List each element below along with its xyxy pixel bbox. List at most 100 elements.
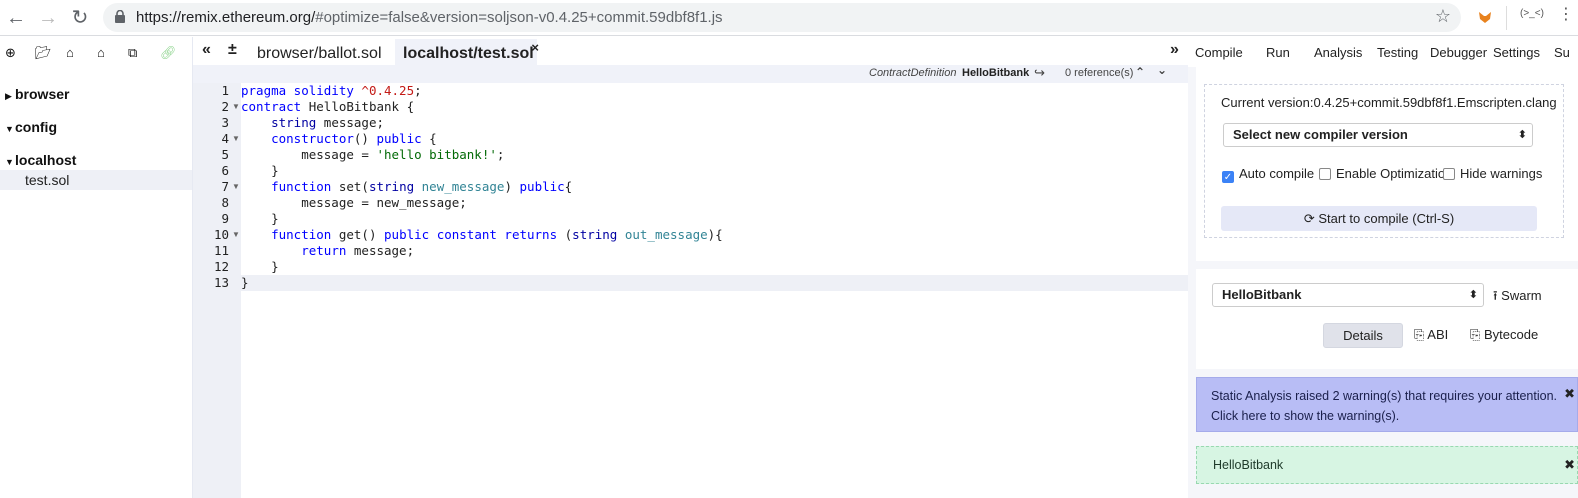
github-icon[interactable]: ⌂ <box>66 45 74 60</box>
code-line: constructor() public { <box>271 131 437 146</box>
code-editor[interactable]: pragma solidity ^0.4.25; contract HelloB… <box>241 83 1188 498</box>
chevron-down-icon[interactable]: ⌄ <box>1157 63 1167 77</box>
static-analysis-warning[interactable]: Static Analysis raised 2 warning(s) that… <box>1196 377 1578 432</box>
lock-icon <box>115 10 125 23</box>
checkbox-checked-icon: ✓ <box>1222 171 1234 183</box>
file-explorer: ⊕ 📂︎ ⌂ ⌂ ⧉ 🔗︎ ▶ browser ▼config ▼localhos… <box>0 37 193 498</box>
extension-icon[interactable]: (>_<) <box>1520 8 1544 19</box>
collapse-right-icon[interactable]: » <box>1170 41 1179 59</box>
compile-button[interactable]: ⟳ Start to compile (Ctrl-S) <box>1221 206 1537 231</box>
compile-success-alert: HelloBitbank ✖ <box>1196 446 1578 484</box>
close-icon[interactable]: ✖ <box>1564 447 1575 483</box>
tree-file-test-sol[interactable]: test.sol <box>0 170 192 190</box>
caret-down-icon: ▼ <box>5 157 14 167</box>
line-gutter: 1 2 ▼ 3 4 ▼ 5 6 7 ▼ 8 9 10 ▼ 11 12 13 <box>193 83 241 498</box>
close-tab-icon[interactable]: × <box>531 33 539 63</box>
line-number: 12 <box>213 259 229 274</box>
chevron-up-icon[interactable]: ⌃ <box>1135 65 1145 79</box>
url-text: https://remix.ethereum.org/#optimize=fal… <box>136 9 723 26</box>
code-line: pragma solidity ^0.4.25; <box>241 83 422 98</box>
bookmark-star-icon[interactable]: ☆ <box>1435 6 1451 27</box>
line-number: 4 <box>221 131 229 146</box>
contract-select[interactable]: HelloBitbank ⬍ <box>1212 283 1484 307</box>
reload-icon[interactable]: ↻ <box>68 6 92 30</box>
copy-icon[interactable]: ⧉ <box>128 45 137 61</box>
line-number: 3 <box>221 115 229 130</box>
back-icon[interactable]: ← <box>4 6 28 30</box>
tab-localhost-test[interactable]: localhost/test.sol × <box>395 39 539 65</box>
line-number: 2 <box>221 99 229 114</box>
line-number: 11 <box>213 243 229 258</box>
select-arrows-icon: ⬍ <box>1468 289 1478 301</box>
code-line: contract HelloBitbank { <box>241 99 415 114</box>
enable-optimization-checkbox[interactable]: Enable Optimization <box>1319 166 1452 181</box>
definition-name[interactable]: HelloBitbank <box>962 67 1029 79</box>
tab-browser-ballot[interactable]: browser/ballot.sol <box>249 39 390 65</box>
swarm-button[interactable]: ⭱ Swarm <box>1493 287 1542 309</box>
caret-down-icon: ▼ <box>5 124 14 134</box>
upload-icon: ⭱ <box>1493 288 1502 303</box>
refresh-icon: ⟳ <box>1303 211 1319 226</box>
auto-compile-checkbox[interactable]: ✓ Auto compile <box>1222 166 1314 183</box>
tree-item-localhost[interactable]: ▼localhost <box>5 152 76 168</box>
abi-button[interactable]: ⎘ ABI <box>1414 327 1448 343</box>
code-line: } <box>241 275 1188 291</box>
add-tab-icon[interactable]: ± <box>228 41 237 59</box>
add-file-icon[interactable]: ⊕ <box>5 45 16 61</box>
compiler-card: Current version:0.4.25+commit.59dbf8f1.E… <box>1204 84 1564 238</box>
hide-warnings-checkbox[interactable]: Hide warnings <box>1443 166 1542 181</box>
code-line: string message; <box>271 115 384 130</box>
compiler-version-select[interactable]: Select new compiler version ⬍ <box>1223 123 1533 147</box>
line-number: 8 <box>221 195 229 210</box>
code-line: } <box>241 211 279 226</box>
goto-definition-icon[interactable]: ↪ <box>1034 65 1045 81</box>
gist-icon[interactable]: ⌂ <box>97 45 105 60</box>
forward-icon[interactable]: → <box>36 6 60 30</box>
caret-right-icon: ▶ <box>5 91 12 101</box>
code-line: } <box>241 163 279 178</box>
tree-item-config[interactable]: ▼config <box>5 119 57 135</box>
tab-analysis[interactable]: Analysis <box>1314 45 1362 60</box>
file-toolbar: ⊕ 📂︎ ⌂ ⌂ ⧉ 🔗︎ <box>0 45 193 65</box>
link-icon[interactable]: 🔗︎ <box>160 45 177 61</box>
current-version: Current version:0.4.25+commit.59dbf8f1.E… <box>1221 95 1557 110</box>
clipboard-icon: ⎘ <box>1414 327 1428 342</box>
details-button[interactable]: Details <box>1323 323 1403 348</box>
checkbox-empty-icon <box>1443 168 1455 180</box>
open-folder-icon[interactable]: 📂︎ <box>35 45 52 61</box>
menu-icon[interactable]: ⋮ <box>1558 4 1574 24</box>
tab-run[interactable]: Run <box>1266 45 1290 60</box>
fold-arrow-icon[interactable]: ▼ <box>232 99 240 115</box>
line-number: 1 <box>221 83 229 98</box>
fold-arrow-icon[interactable]: ▼ <box>232 131 240 147</box>
editor-tabbar: « ± browser/ballot.sol localhost/test.so… <box>193 37 1188 65</box>
tab-support[interactable]: Su <box>1554 45 1570 60</box>
fold-arrow-icon[interactable]: ▼ <box>232 227 240 243</box>
tab-compile[interactable]: Compile <box>1195 45 1243 60</box>
code-line: function set(string new_message) public{ <box>271 179 573 194</box>
line-number: 10 <box>213 227 229 242</box>
code-line: function get() public constant returns (… <box>271 227 723 242</box>
collapse-left-icon[interactable]: « <box>202 41 211 59</box>
metamask-icon[interactable] <box>1478 10 1492 24</box>
toolbar-divider <box>1506 6 1507 30</box>
editor: « ± browser/ballot.sol localhost/test.so… <box>193 37 1188 498</box>
tab-debugger[interactable]: Debugger <box>1430 45 1487 60</box>
tab-testing[interactable]: Testing <box>1377 45 1418 60</box>
fold-arrow-icon[interactable]: ▼ <box>232 179 240 195</box>
line-number: 5 <box>221 147 229 162</box>
tree-item-browser[interactable]: ▶ browser <box>5 86 69 102</box>
bytecode-button[interactable]: ⎘ Bytecode <box>1470 327 1538 343</box>
panel-tabs: Compile Run Analysis Testing Debugger Se… <box>1188 37 1578 67</box>
clipboard-icon: ⎘ <box>1470 327 1485 342</box>
tab-settings[interactable]: Settings <box>1493 45 1540 60</box>
right-panel: Compile Run Analysis Testing Debugger Se… <box>1188 37 1578 498</box>
line-number: 6 <box>221 163 229 178</box>
code-line: } <box>241 259 279 274</box>
address-bar[interactable]: https://remix.ethereum.org/#optimize=fal… <box>103 3 1461 32</box>
line-number: 7 <box>221 179 229 194</box>
line-number: 13 <box>213 275 229 290</box>
close-icon[interactable]: ✖ <box>1564 384 1575 404</box>
code-line: return message; <box>301 243 415 258</box>
code-line: message = 'hello bitbank!'; <box>241 147 505 162</box>
